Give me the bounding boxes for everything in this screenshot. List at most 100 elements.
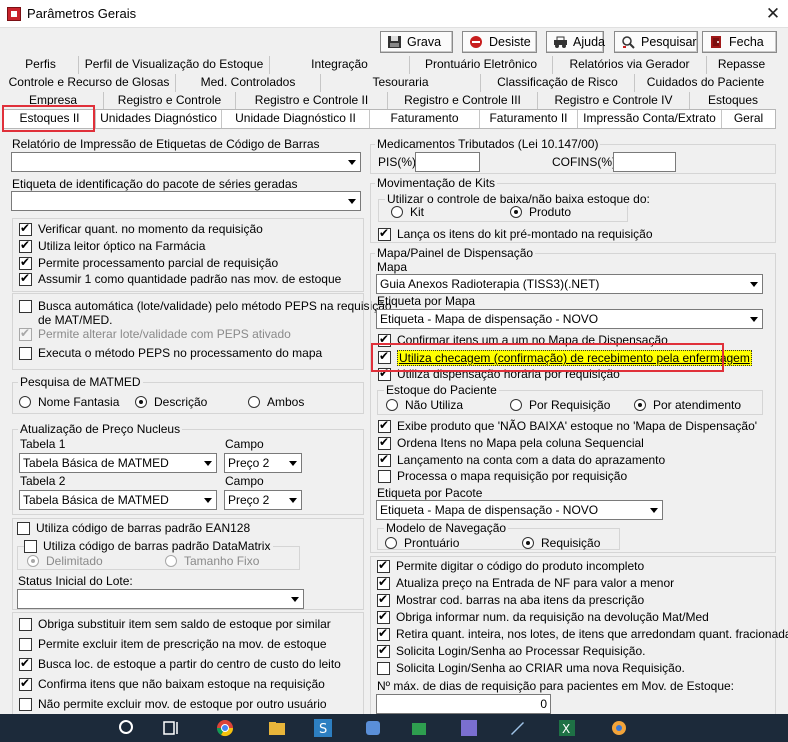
- tab-registro-controle-2[interactable]: Registro e Controle II: [236, 92, 388, 110]
- chk-assumir-1[interactable]: Assumir 1 como quantidade padrão nas mov…: [19, 271, 341, 286]
- campo2-select[interactable]: Preço 2: [224, 490, 302, 510]
- radio-produto[interactable]: Produto: [510, 205, 571, 219]
- chrome-icon[interactable]: [216, 719, 234, 737]
- tab-integracao[interactable]: Integração: [270, 56, 410, 74]
- radio-ambos[interactable]: Ambos: [248, 395, 304, 409]
- tab-med-controlados[interactable]: Med. Controlados: [176, 74, 321, 92]
- window-title: Parâmetros Gerais: [27, 6, 137, 21]
- radio-requisicao[interactable]: Requisição: [522, 536, 600, 550]
- annotation-box-tab: [2, 105, 95, 132]
- chk-login-criar[interactable]: Solicita Login/Senha ao CRIAR uma nova R…: [377, 661, 685, 675]
- radio-kit[interactable]: Kit: [391, 205, 424, 219]
- chk-nao-excluir-mov[interactable]: Não permite excluir mov. de estoque por …: [19, 697, 327, 711]
- tab-tesouraria[interactable]: Tesouraria: [321, 74, 481, 92]
- chk-ean128[interactable]: Utiliza código de barras padrão EAN128: [17, 521, 250, 535]
- chk-processa-mapa[interactable]: Processa o mapa requisição por requisiçã…: [378, 469, 627, 483]
- pesquisar-button[interactable]: Pesquisar: [614, 31, 698, 53]
- ajuda-button[interactable]: Ajuda: [546, 31, 605, 53]
- app-diag-icon[interactable]: [508, 719, 526, 737]
- tabela2-select[interactable]: Tabela Básica de MATMED: [19, 490, 217, 510]
- annotation-box-checagem: [371, 343, 724, 372]
- tab-classificacao-risco[interactable]: Classificação de Risco: [481, 74, 635, 92]
- etq-mapa-select[interactable]: Etiqueta - Mapa de dispensação - NOVO: [376, 309, 763, 329]
- tab-faturamento[interactable]: Faturamento: [370, 110, 480, 128]
- chk-verificar-quant[interactable]: Verificar quant. no momento da requisiçã…: [19, 221, 263, 236]
- rel-select[interactable]: [11, 152, 361, 172]
- app-s-icon[interactable]: S: [314, 719, 332, 737]
- tab-registro-controle[interactable]: Registro e Controle: [104, 92, 236, 110]
- tab-impressao-conta[interactable]: Impressão Conta/Extrato: [578, 110, 722, 128]
- etq-pacote-select[interactable]: Etiqueta - Mapa de dispensação - NOVO: [376, 500, 663, 520]
- chk-exibe-nao-baixa[interactable]: Exibe produto que 'NÃO BAIXA' estoque no…: [378, 418, 757, 433]
- pis-label: PIS(%): [378, 155, 417, 169]
- radio-nao-utiliza[interactable]: Não Utiliza: [386, 398, 463, 412]
- tabela1-select[interactable]: Tabela Básica de MATMED: [19, 453, 217, 473]
- status-lote-select[interactable]: [17, 589, 304, 609]
- tab-relatorios[interactable]: Relatórios via Gerador: [553, 56, 707, 74]
- chk-datamatrix[interactable]: Utiliza código de barras padrão DataMatr…: [24, 539, 274, 553]
- chk-obriga-num-req[interactable]: Obriga informar num. da requisição na de…: [377, 609, 709, 624]
- chk-login-processar[interactable]: Solicita Login/Senha ao Processar Requis…: [377, 643, 645, 658]
- tab-unidade-diagnostico-2[interactable]: Unidade Diagnóstico II: [222, 110, 370, 128]
- tab-geral[interactable]: Geral: [722, 110, 775, 128]
- chk-substituir-item[interactable]: Obriga substituir item sem saldo de esto…: [19, 617, 331, 631]
- radio-por-requisicao[interactable]: Por Requisição: [510, 398, 610, 412]
- chk-peps[interactable]: Busca automática (lote/validade) pelo mé…: [19, 299, 392, 327]
- radio-por-atendimento[interactable]: Por atendimento: [634, 398, 741, 412]
- chk-excluir-prescricao[interactable]: Permite excluir item de prescrição na mo…: [19, 637, 327, 651]
- tab-registro-controle-4[interactable]: Registro e Controle IV: [538, 92, 690, 110]
- app-multicolor-icon[interactable]: [610, 719, 628, 737]
- cancel-icon: [469, 35, 484, 49]
- close-icon[interactable]: ✕: [760, 2, 786, 26]
- tab-repasse[interactable]: Repasse: [707, 56, 776, 74]
- task-view-icon[interactable]: [162, 719, 180, 737]
- radio-descricao[interactable]: Descrição: [135, 395, 207, 409]
- mapa-select[interactable]: Guia Anexos Radioterapia (TISS3)(.NET): [376, 274, 763, 294]
- tab-registro-controle-3[interactable]: Registro e Controle III: [388, 92, 538, 110]
- chk-ordena-sequencial[interactable]: Ordena Itens no Mapa pela coluna Sequenc…: [378, 435, 644, 450]
- app-green-icon[interactable]: [410, 719, 428, 737]
- campo1-select[interactable]: Preço 2: [224, 453, 302, 473]
- chk-peps-mapa[interactable]: Executa o método PEPS no processamento d…: [19, 346, 322, 360]
- tab-glosas[interactable]: Controle e Recurso de Glosas: [3, 74, 176, 92]
- tab-perfil-visualizacao[interactable]: Perfil de Visualização do Estoque: [79, 56, 270, 74]
- etq-select[interactable]: [11, 191, 361, 211]
- tab-faturamento-2[interactable]: Faturamento II: [480, 110, 578, 128]
- excel-icon[interactable]: X: [558, 719, 576, 737]
- desiste-button[interactable]: Desiste: [462, 31, 537, 53]
- radio-prontuario[interactable]: Prontuário: [385, 536, 459, 550]
- chk-leitor-optico[interactable]: Utiliza leitor óptico na Farmácia: [19, 238, 205, 253]
- chk-confirma-itens[interactable]: Confirma itens que não baixam estoque na…: [19, 676, 325, 691]
- dias-input[interactable]: 0: [376, 694, 551, 714]
- chk-atualiza-preco-nf[interactable]: Atualiza preço na Entrada de NF para val…: [377, 575, 674, 590]
- folder-icon[interactable]: [268, 719, 286, 737]
- chk-proc-parcial[interactable]: Permite processamento parcial de requisi…: [19, 255, 278, 270]
- fecha-button[interactable]: Fecha: [702, 31, 777, 53]
- pis-input[interactable]: [415, 152, 480, 172]
- search-icon[interactable]: [118, 719, 136, 737]
- etq-mapa-label: Etiqueta por Mapa: [377, 294, 476, 308]
- radio-delimitado: Delimitado: [27, 554, 103, 568]
- tab-cuidados[interactable]: Cuidados do Paciente: [635, 74, 776, 92]
- chk-peps-alterar: Permite alterar lote/validade com PEPS a…: [19, 326, 291, 341]
- radio-nome-fantasia[interactable]: Nome Fantasia: [19, 395, 119, 409]
- tab-estoques[interactable]: Estoques: [690, 92, 776, 110]
- chk-busca-loc[interactable]: Busca loc. de estoque a partir do centro…: [19, 656, 341, 671]
- chk-lancamento-aprazamento[interactable]: Lançamento na conta com a data do apraza…: [378, 452, 665, 467]
- chk-codigo-incompleto[interactable]: Permite digitar o código do produto inco…: [377, 558, 644, 573]
- tab-perfis[interactable]: Perfis: [3, 56, 79, 74]
- cofins-input[interactable]: [613, 152, 676, 172]
- tab-prontuario[interactable]: Prontuário Eletrônico: [410, 56, 553, 74]
- app-gradient-icon[interactable]: [460, 719, 478, 737]
- tab-row-2: Controle e Recurso de Glosas Med. Contro…: [3, 74, 776, 92]
- title-bar: Parâmetros Gerais ✕: [0, 0, 788, 28]
- tab-unidades-diagnostico[interactable]: Unidades Diagnóstico: [96, 110, 222, 128]
- chk-mostrar-cod-barras[interactable]: Mostrar cod. barras na aba itens da pres…: [377, 592, 644, 607]
- svg-text:S: S: [319, 722, 327, 737]
- toolbar: Grava Desiste Ajuda Pesquisar Fecha: [0, 31, 788, 53]
- svg-text:X: X: [562, 722, 570, 736]
- chk-lanca-kit[interactable]: Lança os itens do kit pré-montado na req…: [378, 226, 653, 241]
- app-blue-icon[interactable]: [364, 719, 382, 737]
- grava-button[interactable]: Grava: [380, 31, 453, 53]
- chk-retira-quant[interactable]: Retira quant. inteira, nos lotes, de ite…: [377, 626, 788, 641]
